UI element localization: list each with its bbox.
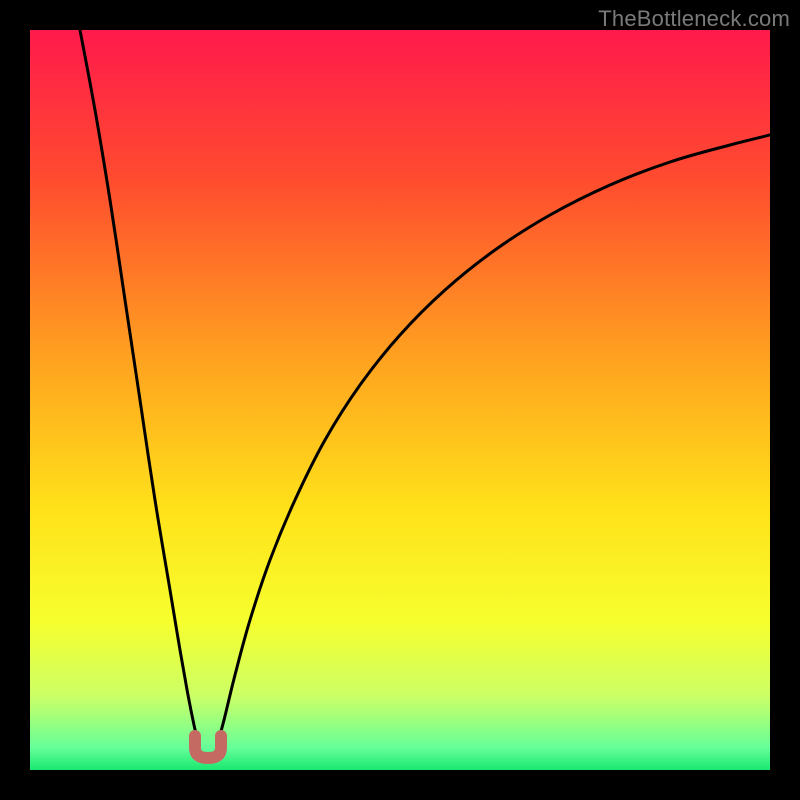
- chart-frame: [30, 30, 770, 770]
- bottleneck-chart: [30, 30, 770, 770]
- watermark-text: TheBottleneck.com: [598, 6, 790, 32]
